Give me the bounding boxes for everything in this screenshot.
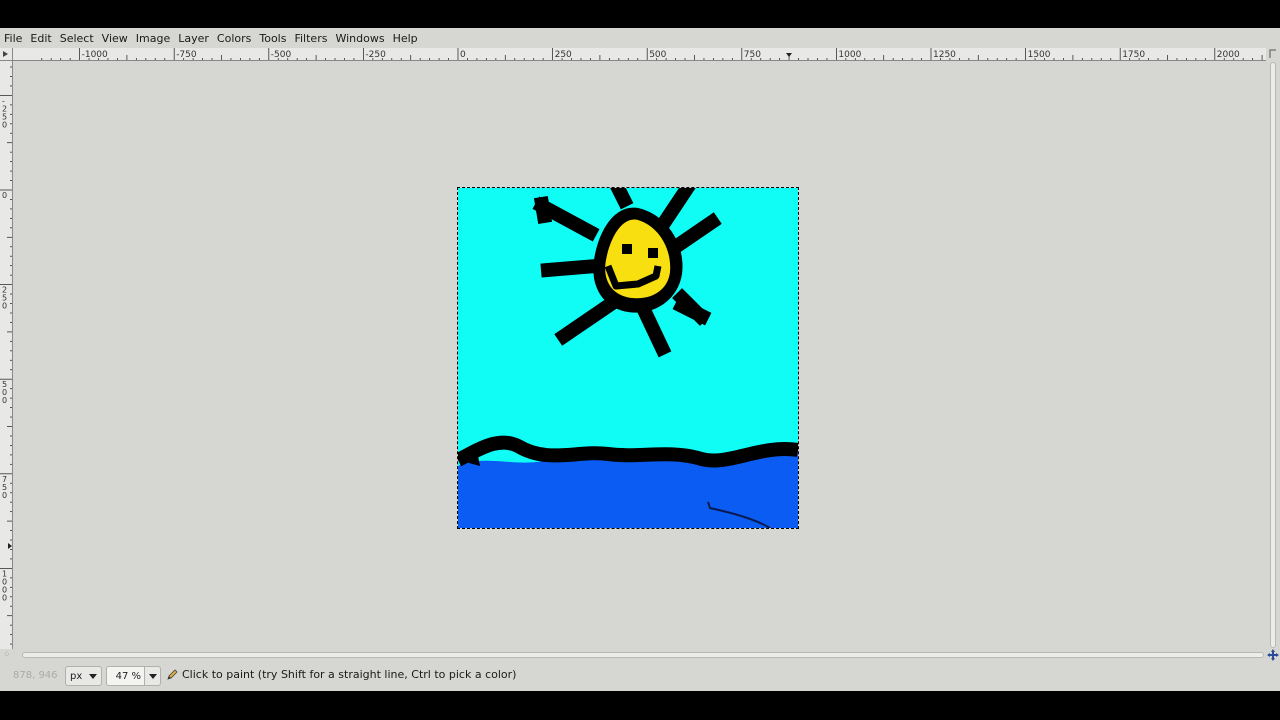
zoom-fit-icon[interactable] [1269, 49, 1277, 59]
unit-dropdown[interactable]: px [65, 666, 102, 686]
menu-help[interactable]: Help [393, 32, 424, 45]
vertical-scrollbar-track[interactable] [1270, 62, 1276, 648]
ruler-label: 0 [2, 396, 7, 405]
menubar: File Edit Select View Image Layer Colors… [0, 28, 1280, 48]
zoom-value: 47 % [115, 670, 141, 682]
ruler-label: 1000 [838, 50, 861, 60]
horizontal-ruler-scale: -1000 -750 -500 -250 0 250 500 750 1000 1250 1500 1… [41, 48, 1263, 60]
menu-select[interactable]: Select [60, 32, 100, 45]
menu-file[interactable]: File [4, 32, 28, 45]
menu-edit[interactable]: Edit [30, 32, 57, 45]
ruler-label: 1500 [1028, 50, 1051, 60]
zoom-input[interactable]: 47 % [106, 666, 145, 686]
menu-image[interactable]: Image [136, 32, 176, 45]
vertical-ruler-scale: -25002505007501000 [0, 66, 12, 645]
quick-mask-icon[interactable]: ⁘ [3, 650, 13, 660]
pointer-marker [8, 543, 12, 549]
pointer-marker [786, 53, 792, 57]
menu-windows[interactable]: Windows [335, 32, 390, 45]
chevron-down-icon [89, 674, 97, 679]
ruler-label: 1250 [933, 50, 956, 60]
ruler-label: 0 [2, 191, 7, 200]
ruler-label: -500 [271, 50, 292, 60]
ruler-label: -250 [365, 50, 386, 60]
menu-colors[interactable]: Colors [217, 32, 257, 45]
image-canvas[interactable] [458, 188, 798, 528]
unit-value: px [70, 670, 83, 682]
pointer-coordinates: 878, 946 [13, 670, 58, 681]
chevron-down-icon [148, 673, 157, 679]
statusbar: 878, 946 px 47 % Click to paint (try Shi… [0, 663, 1280, 689]
ruler-label: 2000 [1217, 50, 1240, 60]
horizontal-ruler[interactable]: -1000 -750 -500 -250 0 250 500 750 1000 1250 1500 1… [13, 48, 1266, 61]
menu-filters[interactable]: Filters [294, 32, 333, 45]
ruler-label: 750 [744, 50, 761, 60]
vertical-scrollbar[interactable] [1266, 48, 1280, 649]
ruler-label: 500 [649, 50, 666, 60]
pencil-icon [167, 668, 178, 680]
menu-view[interactable]: View [102, 32, 134, 45]
ruler-label: 0 [2, 120, 7, 129]
navigate-icon [1267, 649, 1279, 661]
ruler-label: 0 [2, 593, 7, 602]
ruler-label: 1750 [1122, 50, 1145, 60]
menu-layer[interactable]: Layer [178, 32, 215, 45]
canvas-area[interactable] [14, 62, 1266, 650]
letterbox-top [0, 0, 1280, 28]
ruler-menu-button[interactable] [0, 48, 13, 61]
menu-tools[interactable]: Tools [259, 32, 292, 45]
ruler-label: 0 [460, 50, 466, 60]
ruler-label: -750 [176, 50, 197, 60]
horizontal-scrollbar[interactable]: ⁘ [0, 649, 1266, 661]
drawing [458, 188, 798, 528]
ruler-label: 0 [2, 302, 7, 311]
letterbox-bottom [0, 691, 1280, 720]
navigate-button[interactable] [1266, 648, 1280, 662]
ruler-label: 250 [555, 50, 572, 60]
ruler-menu-icon [3, 51, 8, 57]
zoom-dropdown-button[interactable] [145, 666, 161, 686]
horizontal-scrollbar-track[interactable] [22, 652, 1264, 658]
gimp-window: File Edit Select View Image Layer Colors… [0, 28, 1280, 691]
ruler-label: -1000 [82, 50, 108, 60]
ruler-label: 0 [2, 491, 7, 500]
vertical-ruler[interactable]: -25002505007501000 [0, 61, 13, 649]
status-message-text: Click to paint (try Shift for a straight… [182, 668, 517, 681]
status-message: Click to paint (try Shift for a straight… [166, 668, 516, 681]
